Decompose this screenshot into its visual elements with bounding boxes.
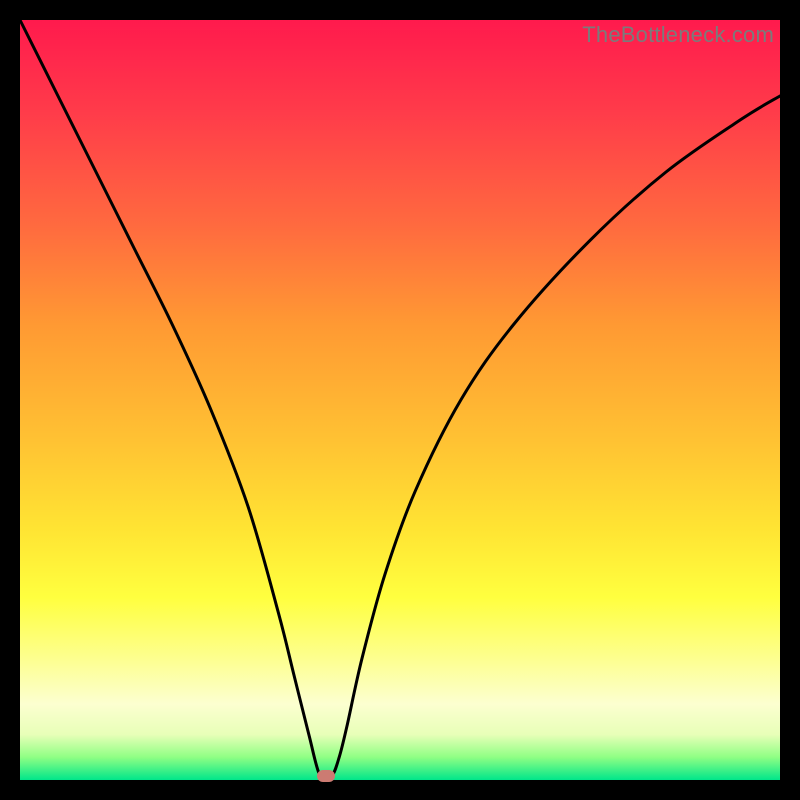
curve-path bbox=[20, 20, 780, 780]
chart-frame: TheBottleneck.com bbox=[20, 20, 780, 780]
bottleneck-curve bbox=[20, 20, 780, 780]
minimum-marker bbox=[317, 770, 335, 782]
